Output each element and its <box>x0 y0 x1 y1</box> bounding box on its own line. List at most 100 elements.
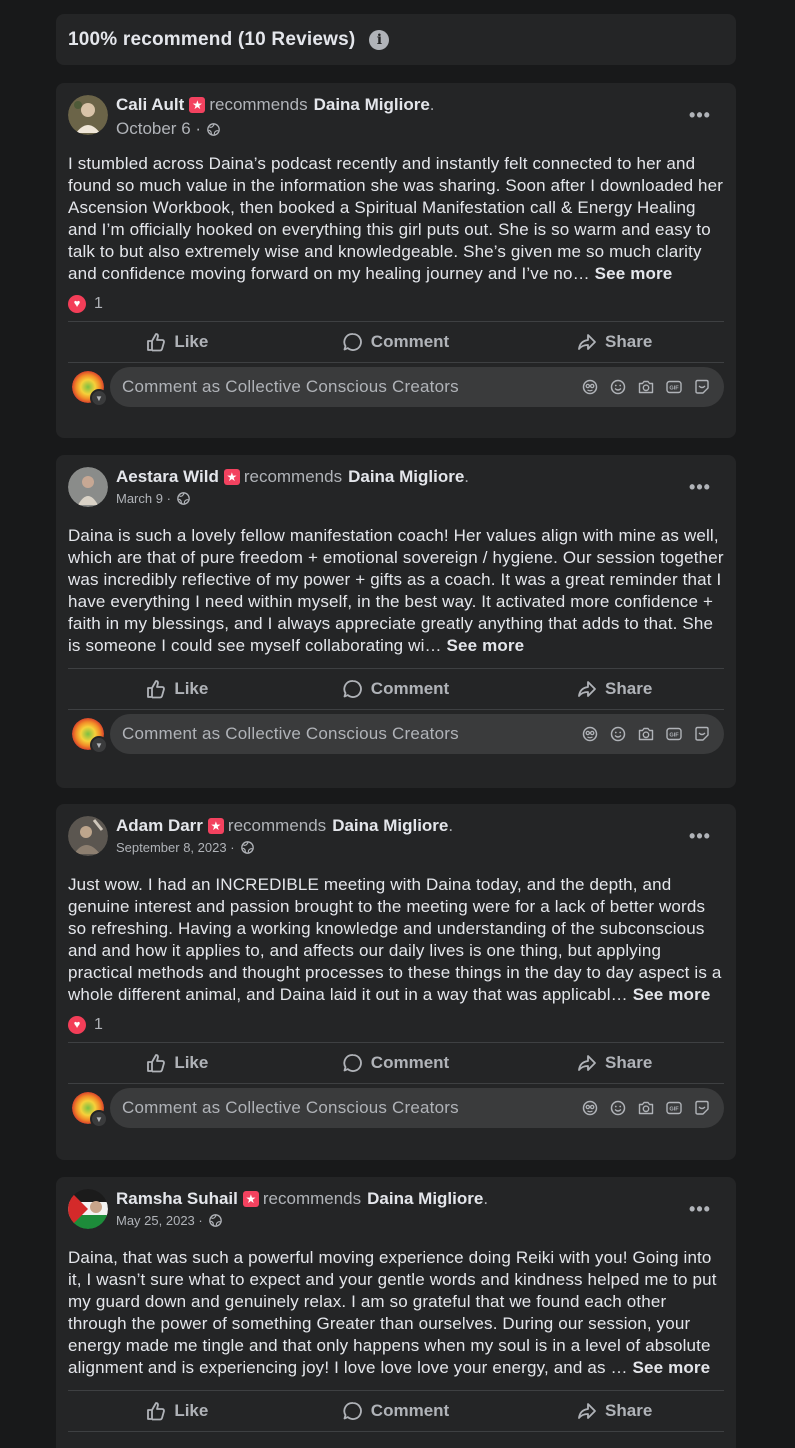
review-date[interactable]: March 9 · <box>116 491 171 506</box>
comment-input[interactable]: Comment as Collective Conscious Creators <box>110 714 724 754</box>
share-icon <box>577 1053 597 1073</box>
share-icon <box>577 1401 597 1421</box>
recommends-label: recommends <box>262 1189 362 1208</box>
avatar[interactable] <box>68 816 108 856</box>
share-button[interactable]: Share <box>505 669 724 709</box>
page-avatar[interactable]: ▼ <box>72 718 108 754</box>
avatar-sticker-icon[interactable] <box>582 726 598 742</box>
chevron-down-icon[interactable]: ▼ <box>90 389 108 407</box>
sticker-icon[interactable] <box>694 726 710 742</box>
comment-icon <box>343 1053 363 1073</box>
recommend-badge-icon: ★ <box>223 469 240 485</box>
camera-icon[interactable] <box>638 379 654 395</box>
avatar[interactable] <box>68 1189 108 1229</box>
share-icon <box>577 679 597 699</box>
review-target[interactable]: Daina Migliore <box>332 816 448 836</box>
page-avatar[interactable]: ▼ <box>72 1092 108 1128</box>
more-options-icon[interactable]: ••• <box>684 1197 716 1229</box>
comment-button[interactable]: Comment <box>287 1391 506 1431</box>
avatar[interactable] <box>68 467 108 507</box>
love-reaction-icon[interactable]: ♥ <box>68 1016 86 1034</box>
share-button[interactable]: Share <box>505 1391 724 1431</box>
review-card: Cali Ault ★ recommends Daina Migliore. O… <box>56 83 736 438</box>
see-more-link[interactable]: See more <box>633 985 711 1004</box>
like-icon <box>146 332 166 352</box>
like-button[interactable]: Like <box>68 1043 287 1083</box>
recommend-badge-icon: ★ <box>207 818 224 834</box>
comment-button[interactable]: Comment <box>287 1043 506 1083</box>
sticker-icon[interactable] <box>694 1100 710 1116</box>
emoji-icon[interactable] <box>610 1100 626 1116</box>
share-button[interactable]: Share <box>505 322 724 362</box>
reviews-summary-header: 100% recommend (10 Reviews) i <box>56 14 736 65</box>
like-button[interactable]: Like <box>68 322 287 362</box>
more-options-icon[interactable]: ••• <box>684 824 716 856</box>
comment-button[interactable]: Comment <box>287 322 506 362</box>
review-card: Ramsha Suhail ★ recommends Daina Miglior… <box>56 1177 736 1448</box>
reaction-count[interactable]: 1 <box>94 295 103 313</box>
review-target[interactable]: Daina Migliore <box>348 467 464 487</box>
more-options-icon[interactable]: ••• <box>684 103 716 135</box>
avatar-sticker-icon[interactable] <box>582 379 598 395</box>
chevron-down-icon[interactable]: ▼ <box>90 736 108 754</box>
review-card: Aestara Wild ★ recommends Daina Migliore… <box>56 455 736 788</box>
like-icon <box>146 1401 166 1421</box>
gif-icon[interactable] <box>666 726 682 742</box>
globe-icon <box>177 492 190 505</box>
reaction-count[interactable]: 1 <box>94 1016 103 1034</box>
page-avatar[interactable]: ▼ <box>72 371 108 407</box>
camera-icon[interactable] <box>638 1100 654 1116</box>
avatar-sticker-icon[interactable] <box>582 1100 598 1116</box>
love-reaction-icon[interactable]: ♥ <box>68 295 86 313</box>
review-author[interactable]: Cali Ault <box>116 95 184 115</box>
comment-input[interactable]: Comment as Collective Conscious Creators <box>110 367 724 407</box>
gif-icon[interactable] <box>666 379 682 395</box>
recommends-label: recommends <box>209 95 308 114</box>
share-button[interactable]: Share <box>505 1043 724 1083</box>
like-icon <box>146 679 166 699</box>
recommends-label: recommends <box>243 467 343 486</box>
review-author[interactable]: Aestara Wild <box>116 467 219 487</box>
review-author[interactable]: Adam Darr <box>116 816 203 836</box>
recommends-label: recommends <box>227 816 327 835</box>
comment-placeholder[interactable]: Comment as Collective Conscious Creators <box>122 377 576 397</box>
globe-icon <box>241 841 254 854</box>
comment-placeholder[interactable]: Comment as Collective Conscious Creators <box>122 724 576 744</box>
review-text: Daina is such a lovely fellow manifestat… <box>68 526 724 655</box>
review-target[interactable]: Daina Migliore <box>314 95 430 115</box>
comment-input[interactable]: Comment as Collective Conscious Creators <box>110 1088 724 1128</box>
review-date[interactable]: October 6 · <box>116 119 201 139</box>
review-card: Adam Darr ★ recommends Daina Migliore. S… <box>56 804 736 1160</box>
sticker-icon[interactable] <box>694 379 710 395</box>
reviews-summary-title: 100% recommend (10 Reviews) <box>68 28 356 50</box>
review-text: Just wow. I had an INCREDIBLE meeting wi… <box>68 875 722 1004</box>
recommend-badge-icon: ★ <box>242 1191 259 1207</box>
review-author[interactable]: Ramsha Suhail <box>116 1189 238 1209</box>
camera-icon[interactable] <box>638 726 654 742</box>
comment-icon <box>343 332 363 352</box>
see-more-link[interactable]: See more <box>633 1358 711 1377</box>
like-icon <box>146 1053 166 1073</box>
comment-button[interactable]: Comment <box>287 669 506 709</box>
chevron-down-icon[interactable]: ▼ <box>90 1110 108 1128</box>
avatar[interactable] <box>68 95 108 135</box>
emoji-icon[interactable] <box>610 379 626 395</box>
like-button[interactable]: Like <box>68 1391 287 1431</box>
review-text: I stumbled across Daina’s podcast recent… <box>68 154 724 283</box>
review-target[interactable]: Daina Migliore <box>367 1189 483 1209</box>
emoji-icon[interactable] <box>610 726 626 742</box>
see-more-link[interactable]: See more <box>595 264 673 283</box>
review-text: Daina, that was such a powerful moving e… <box>68 1248 717 1377</box>
comment-icon <box>343 679 363 699</box>
comment-placeholder[interactable]: Comment as Collective Conscious Creators <box>122 1098 576 1118</box>
globe-icon <box>207 123 220 136</box>
share-icon <box>577 332 597 352</box>
gif-icon[interactable] <box>666 1100 682 1116</box>
info-icon[interactable]: i <box>369 29 390 50</box>
more-options-icon[interactable]: ••• <box>684 475 716 507</box>
see-more-link[interactable]: See more <box>447 636 525 655</box>
review-date[interactable]: September 8, 2023 · <box>116 840 235 855</box>
like-button[interactable]: Like <box>68 669 287 709</box>
review-date[interactable]: May 25, 2023 · <box>116 1213 203 1228</box>
comment-icon <box>343 1401 363 1421</box>
